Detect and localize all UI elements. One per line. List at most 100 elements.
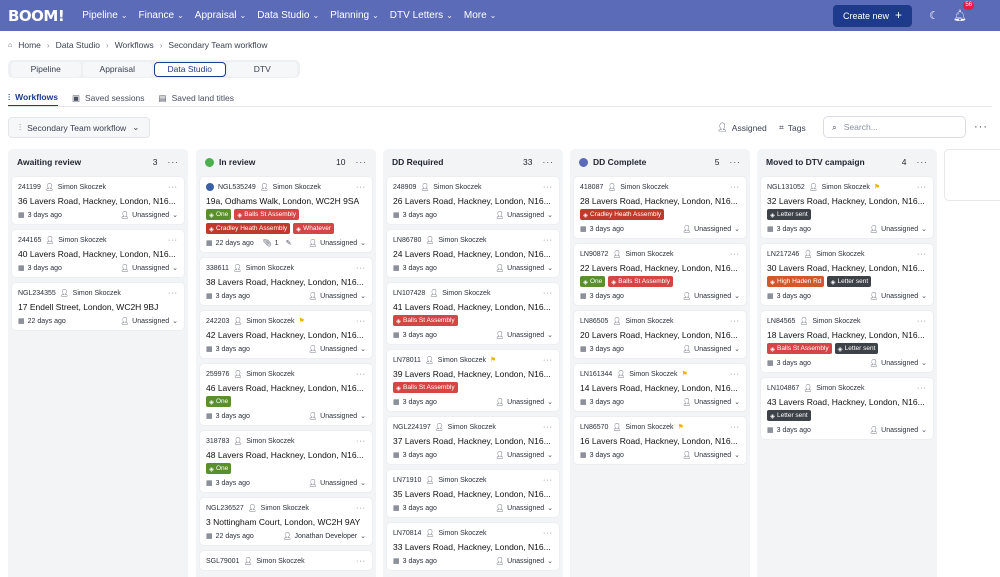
tag-badge[interactable]: ◈ Balls St Assembly — [767, 343, 832, 354]
tag-badge[interactable]: ◈ Balls St Assembly — [393, 382, 458, 393]
assignee-select[interactable]: 👤︎ Unassigned ⌄ — [495, 331, 553, 340]
tab-appraisal[interactable]: Appraisal — [82, 61, 152, 77]
workflow-select[interactable]: ⫶ Secondary Team workflow ⌄ — [8, 117, 151, 138]
tags-filter-button[interactable]: ⌗ Tags — [773, 117, 812, 138]
tag-badge[interactable]: ◈ Balls St Assembly — [393, 315, 458, 326]
assignee-select[interactable]: 👤︎ Unassigned ⌄ — [869, 359, 927, 368]
more-options-icon[interactable]: ··· — [356, 505, 366, 512]
assignee-select[interactable]: 👤︎ Unassigned ⌄ — [495, 557, 553, 566]
tag-badge[interactable]: ◈ Cradley Heath Assembly — [580, 209, 665, 220]
assignee-select[interactable]: 👤︎ Unassigned ⌄ — [495, 451, 553, 460]
property-card[interactable]: 241199 👤︎ Simon Skoczek ··· 36 Lavers Ro… — [12, 177, 184, 224]
more-options-icon[interactable]: ··· — [168, 237, 178, 244]
assignee-select[interactable]: 👤︎ Unassigned ⌄ — [120, 211, 178, 220]
property-card[interactable]: 248909 👤︎ Simon Skoczek ··· 26 Lavers Ro… — [387, 177, 559, 224]
property-card[interactable]: LN107428 👤︎ Simon Skoczek ··· 41 Lavers … — [387, 283, 559, 344]
property-card[interactable]: NGL236527 👤︎ Simon Skoczek ··· 3 Notting… — [200, 498, 372, 545]
property-card[interactable]: SGL79001 👤︎ Simon Skoczek ··· — [200, 551, 372, 570]
more-options-icon[interactable]: ··· — [730, 251, 740, 258]
assignee-select[interactable]: 👤︎ Unassigned ⌄ — [120, 264, 178, 273]
property-card[interactable]: LN104867 👤︎ Simon Skoczek ··· 43 Lavers … — [761, 378, 933, 439]
property-card[interactable]: LN161344 👤︎ Simon Skoczek ⚑ ··· 14 Laver… — [574, 364, 746, 411]
assignee-select[interactable]: 👤︎ Unassigned ⌄ — [682, 398, 740, 407]
property-card[interactable]: 242203 👤︎ Simon Skoczek ⚑ ··· 42 Lavers … — [200, 311, 372, 358]
tab-workflows[interactable]: ⫶ Workflows — [8, 89, 58, 107]
avatar[interactable] — [978, 10, 1000, 22]
nav-item-planning[interactable]: Planning ⌄ — [330, 10, 379, 21]
assignee-select[interactable]: 👤︎ Unassigned ⌄ — [308, 292, 366, 301]
property-card[interactable]: LN86505 👤︎ Simon Skoczek ··· 20 Lavers R… — [574, 311, 746, 358]
more-options-icon[interactable]: ··· — [917, 385, 927, 392]
more-options-icon[interactable]: ··· — [543, 530, 553, 537]
property-card[interactable]: 338611 👤︎ Simon Skoczek ··· 38 Lavers Ro… — [200, 258, 372, 305]
property-card[interactable]: 259976 👤︎ Simon Skoczek ··· 46 Lavers Ro… — [200, 364, 372, 425]
property-card[interactable]: LN84565 👤︎ Simon Skoczek ··· 18 Lavers R… — [761, 311, 933, 372]
assignee-select[interactable]: 👤︎ Unassigned ⌄ — [308, 479, 366, 488]
add-column-placeholder[interactable] — [944, 149, 1000, 201]
notification-bell-icon[interactable]: 🔔︎ 56 — [952, 1, 974, 22]
assignee-select[interactable]: 👤︎ Unassigned ⌄ — [308, 239, 366, 248]
assignee-select[interactable]: 👤︎ Jonathan Developer ⌄ — [283, 532, 366, 541]
nav-item-pipeline[interactable]: Pipeline ⌄ — [82, 10, 127, 21]
more-options-icon[interactable]: ··· — [917, 184, 927, 191]
property-card[interactable]: 418087 👤︎ Simon Skoczek ··· 28 Lavers Ro… — [574, 177, 746, 238]
tab-saved-land-titles[interactable]: ▤ Saved land titles — [159, 89, 234, 107]
more-options-icon[interactable]: ··· — [356, 558, 366, 565]
assignee-select[interactable]: 👤︎ Unassigned ⌄ — [120, 317, 178, 326]
more-options-icon[interactable]: ··· — [974, 121, 988, 133]
tag-badge[interactable]: ◈ Whatever — [293, 223, 334, 234]
more-options-icon[interactable]: ··· — [730, 424, 740, 431]
more-options-icon[interactable]: ··· — [168, 184, 178, 191]
tag-badge[interactable]: ◈ Balls St Assembly — [608, 276, 673, 287]
assignee-select[interactable]: 👤︎ Unassigned ⌄ — [682, 345, 740, 354]
tab-dtv[interactable]: DTV — [227, 61, 297, 77]
search-input[interactable]: ⌕ Search... — [823, 116, 966, 138]
more-options-icon[interactable]: ··· — [543, 184, 553, 191]
assignee-select[interactable]: 👤︎ Unassigned ⌄ — [308, 412, 366, 421]
assignee-select[interactable]: 👤︎ Unassigned ⌄ — [869, 225, 927, 234]
more-options-icon[interactable]: ··· — [543, 477, 553, 484]
property-card[interactable]: LN70814 👤︎ Simon Skoczek ··· 33 Lavers R… — [387, 523, 559, 570]
property-card[interactable]: NGL234355 👤︎ Simon Skoczek ··· 17 Endell… — [12, 283, 184, 330]
tag-badge[interactable]: ◈ One — [580, 276, 606, 287]
tag-badge[interactable]: ◈ Letter sent — [827, 276, 872, 287]
tag-badge[interactable]: ◈ Letter sent — [767, 410, 811, 421]
property-card[interactable]: NGL535249 👤︎ Simon Skoczek ··· 19a, Odha… — [200, 177, 372, 252]
breadcrumb-home[interactable]: Home — [18, 40, 41, 50]
assignee-select[interactable]: 👤︎ Unassigned ⌄ — [682, 292, 740, 301]
assignee-select[interactable]: 👤︎ Unassigned ⌄ — [308, 345, 366, 354]
assignee-select[interactable]: 👤︎ Unassigned ⌄ — [495, 264, 553, 273]
nav-item-more[interactable]: More ⌄ — [464, 10, 497, 21]
more-options-icon[interactable]: ··· — [168, 290, 178, 297]
tab-saved-sessions[interactable]: ▣ Saved sessions — [72, 89, 145, 107]
nav-item-appraisal[interactable]: Appraisal ⌄ — [195, 10, 246, 21]
tag-badge[interactable]: ◈ Balls St Assembly — [234, 209, 299, 220]
assignee-select[interactable]: 👤︎ Unassigned ⌄ — [682, 225, 740, 234]
property-card[interactable]: LN71910 👤︎ Simon Skoczek ··· 35 Lavers R… — [387, 470, 559, 517]
tag-badge[interactable]: ◈ High Haden Rd — [767, 276, 825, 287]
assignee-select[interactable]: 👤︎ Unassigned ⌄ — [869, 292, 927, 301]
more-options-icon[interactable]: ··· — [543, 357, 553, 364]
logo[interactable]: BOOM! — [8, 7, 65, 25]
more-options-icon[interactable]: ··· — [356, 438, 366, 445]
property-card[interactable]: LN86780 👤︎ Simon Skoczek ··· 24 Lavers R… — [387, 230, 559, 277]
more-options-icon[interactable]: ··· — [543, 424, 553, 431]
assignee-select[interactable]: 👤︎ Unassigned ⌄ — [495, 504, 553, 513]
assignee-select[interactable]: 👤︎ Unassigned ⌄ — [495, 211, 553, 220]
tab-data-studio[interactable]: Data Studio — [154, 61, 226, 77]
tab-pipeline[interactable]: Pipeline — [11, 61, 81, 77]
tag-badge[interactable]: ◈ One — [206, 463, 232, 474]
property-card[interactable]: 318783 👤︎ Simon Skoczek ··· 48 Lavers Ro… — [200, 431, 372, 492]
more-options-icon[interactable]: ··· — [356, 371, 366, 378]
tag-badge[interactable]: ◈ Letter sent — [767, 209, 811, 220]
assignee-select[interactable]: 👤︎ Unassigned ⌄ — [495, 398, 553, 407]
breadcrumb-workflows[interactable]: Workflows — [115, 40, 154, 50]
more-options-icon[interactable]: ··· — [543, 290, 553, 297]
breadcrumb-data-studio[interactable]: Data Studio — [56, 40, 100, 50]
more-options-icon[interactable]: ··· — [168, 157, 180, 167]
property-card[interactable]: LN86570 👤︎ Simon Skoczek ⚑ ··· 16 Lavers… — [574, 417, 746, 464]
nav-item-finance[interactable]: Finance ⌄ — [139, 10, 184, 21]
tag-badge[interactable]: ◈ Letter sent — [834, 343, 879, 354]
dark-mode-icon[interactable]: ☾ — [926, 9, 942, 22]
more-options-icon[interactable]: ··· — [543, 157, 555, 167]
